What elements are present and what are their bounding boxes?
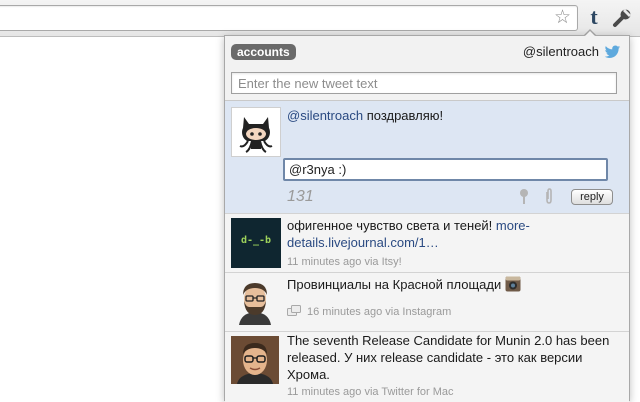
extension-popup: accounts @silentroach @silentroach поздр… <box>224 35 630 402</box>
instagram-photo-icon[interactable] <box>505 276 521 292</box>
popup-caret-fill <box>584 31 596 37</box>
avatar-text: d-_-b <box>240 235 272 246</box>
accounts-button[interactable]: accounts <box>231 44 296 60</box>
tweet-item[interactable]: Провинциалы на Красной площади 16 minute… <box>225 272 629 332</box>
tweet-meta[interactable]: 16 minutes ago via Instagram <box>287 305 451 319</box>
octocat-icon <box>232 108 280 156</box>
avatar[interactable] <box>231 107 281 157</box>
tweet-meta[interactable]: 11 minutes ago via Itsy! <box>287 255 402 269</box>
tweet-item[interactable]: The seventh Release Candidate for Munin … <box>225 331 629 402</box>
current-account: @silentroach <box>522 44 599 59</box>
man-with-glasses-avatar <box>231 336 279 384</box>
tumblr-extension-icon[interactable]: t <box>585 6 603 28</box>
new-tweet-input[interactable] <box>231 72 617 94</box>
browser-toolbar: ☆ t <box>0 0 640 37</box>
tweet-meta[interactable]: 11 minutes ago via Twitter for Mac <box>287 385 454 399</box>
address-bar[interactable]: ☆ <box>0 5 578 31</box>
character-counter: 131 <box>287 188 314 205</box>
avatar[interactable]: d-_-b <box>231 218 281 268</box>
bearded-man-avatar <box>231 277 279 325</box>
conversation-icon <box>287 305 301 316</box>
tweet-body: Провинциалы на Красной площади <box>287 277 502 292</box>
avatar[interactable] <box>231 336 279 384</box>
wrench-icon[interactable] <box>612 8 632 28</box>
avatar[interactable] <box>231 277 279 325</box>
reply-button[interactable]: reply <box>571 189 613 205</box>
tweet-text: Провинциалы на Красной площади <box>287 276 623 293</box>
twitter-bird-icon <box>604 45 621 59</box>
tweet-text: офигенное чувство света и теней! more-de… <box>287 217 623 251</box>
tweet-feed[interactable]: @silentroach поздравляю! 131 reply d-_-b… <box>225 100 629 402</box>
tweet-body: поздравляю! <box>363 108 444 123</box>
attachment-icon[interactable] <box>544 188 554 205</box>
tweet-meta-text: 16 minutes ago via Instagram <box>307 306 452 318</box>
tweet-text: @silentroach поздравляю! <box>287 107 623 124</box>
mention-link[interactable]: @silentroach <box>287 108 363 123</box>
tweet-item[interactable]: d-_-b офигенное чувство света и теней! m… <box>225 213 629 273</box>
star-icon[interactable]: ☆ <box>554 7 571 29</box>
tweet-body: офигенное чувство света и теней! <box>287 218 496 233</box>
location-pin-icon[interactable] <box>518 188 530 205</box>
tweet-item[interactable]: @silentroach поздравляю! 131 reply <box>225 101 629 214</box>
reply-input[interactable] <box>283 158 608 181</box>
tweet-text: The seventh Release Candidate for Munin … <box>287 333 610 382</box>
